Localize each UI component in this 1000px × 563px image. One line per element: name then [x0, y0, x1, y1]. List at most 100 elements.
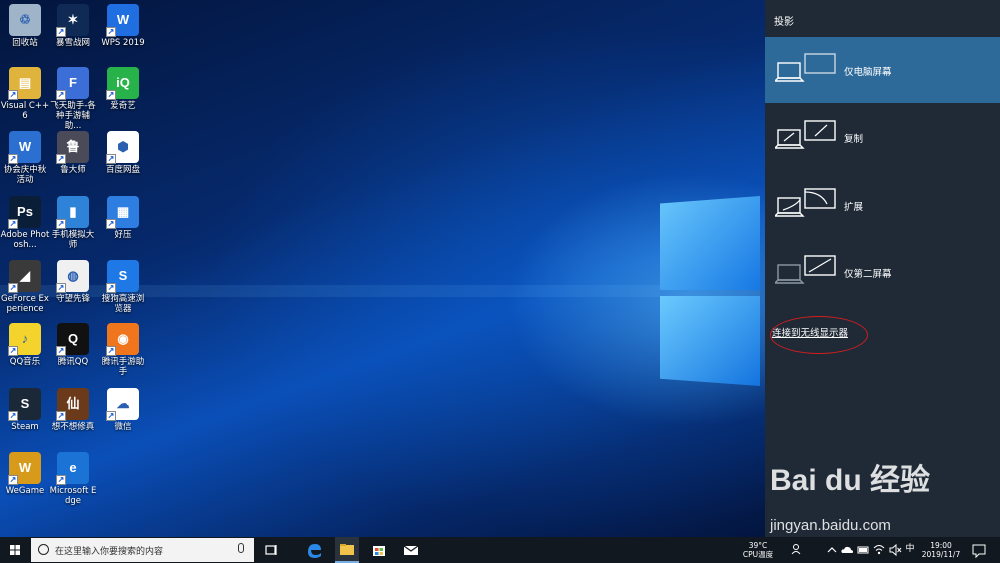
cloud-icon — [841, 546, 853, 553]
cpu-temp-label: CPU温度 — [742, 550, 774, 559]
taskbar-file-explorer[interactable] — [335, 537, 359, 563]
desktop-icon[interactable]: e ↗ Microsoft Edge — [48, 452, 98, 506]
desktop-icon[interactable]: S ↗ 搜狗高速浏览器 — [98, 260, 148, 314]
clock[interactable]: 19:00 2019/11/7 — [917, 541, 965, 559]
task-view-icon — [265, 545, 277, 555]
app-icon: Ps ↗ — [8, 196, 41, 229]
windows-logo-pane-bottom — [660, 296, 760, 386]
shortcut-arrow-icon: ↗ — [8, 219, 18, 229]
app-icon: Q ↗ — [56, 323, 89, 356]
taskbar-search-box[interactable]: 在这里输入你要搜索的内容 — [31, 538, 254, 562]
taskbar-store[interactable] — [368, 537, 390, 563]
desktop-icon[interactable]: Q ↗ 腾讯QQ — [48, 323, 98, 367]
input-method-indicator[interactable]: 中 — [903, 545, 917, 554]
app-icon: 鲁 ↗ — [56, 131, 89, 164]
pc-screen-only-icon — [775, 53, 836, 82]
app-icon: ▦ ↗ — [106, 196, 139, 229]
taskbar-edge[interactable] — [303, 537, 325, 563]
microphone-icon[interactable] — [238, 543, 244, 553]
task-view-button[interactable] — [262, 537, 280, 563]
desktop-icon-label: 回收站 — [12, 38, 38, 48]
clock-time: 19:00 — [930, 541, 952, 550]
desktop-icon[interactable]: ◢ ↗ GeForce Experience — [0, 260, 50, 314]
start-button[interactable] — [0, 537, 30, 563]
shortcut-arrow-icon: ↗ — [106, 27, 116, 37]
desktop-icon[interactable]: 鲁 ↗ 鲁大师 — [48, 131, 98, 175]
app-icon: ▤ ↗ — [8, 67, 41, 100]
windows-start-icon — [10, 545, 20, 555]
taskbar-mail[interactable] — [400, 537, 422, 563]
desktop-icon[interactable]: ◍ ↗ 守望先锋 — [48, 260, 98, 304]
onedrive-tray[interactable] — [840, 537, 854, 563]
desktop-icon[interactable]: W ↗ 协会庆中秋活动 — [0, 131, 50, 185]
desktop-icon[interactable]: Ps ↗ Adobe Photosh... — [0, 196, 50, 250]
desktop-icon-label: 爱奇艺 — [110, 101, 136, 111]
option-duplicate[interactable]: 复制 — [765, 104, 1000, 170]
shortcut-arrow-icon: ↗ — [106, 411, 116, 421]
desktop-icon[interactable]: S ↗ Steam — [0, 388, 50, 432]
desktop-icon-label: 腾讯QQ — [57, 357, 89, 367]
desktop-icon-label: 好压 — [114, 230, 132, 240]
desktop-icon[interactable]: ▦ ↗ 好压 — [98, 196, 148, 240]
option-second-screen-only[interactable]: 仅第二屏幕 — [765, 239, 1000, 305]
desktop-icon-label: Microsoft Edge — [49, 486, 97, 506]
shortcut-arrow-icon: ↗ — [56, 219, 66, 229]
desktop-icon[interactable]: ☁ ↗ 微信 — [98, 388, 148, 432]
app-icon: ♪ ↗ — [8, 323, 41, 356]
option-label: 仅第二屏幕 — [844, 269, 892, 280]
people-button[interactable] — [790, 537, 804, 563]
action-center-button[interactable] — [970, 537, 988, 563]
app-icon: e ↗ — [56, 452, 89, 485]
option-extend[interactable]: 扩展 — [765, 172, 1000, 238]
cpu-temp-value: 39°C — [748, 541, 768, 550]
cpu-temperature-widget[interactable]: 39°C CPU温度 — [738, 541, 778, 559]
desktop-icon-label: 手机模拟大师 — [51, 230, 95, 250]
desktop-icon[interactable]: ⬢ ↗ 百度网盘 — [98, 131, 148, 175]
wifi-tray[interactable] — [872, 537, 886, 563]
desktop-icon[interactable]: W ↗ WeGame — [0, 452, 50, 496]
desktop-icon[interactable]: ▤ ↗ Visual C++ 6 — [0, 67, 50, 121]
notification-icon — [972, 544, 986, 559]
app-icon: ☁ ↗ — [106, 388, 139, 421]
option-pc-screen-only[interactable]: 仅电脑屏幕 — [765, 37, 1000, 103]
show-hidden-icons-button[interactable] — [826, 537, 838, 563]
desktop-icon-label: 百度网盘 — [105, 165, 140, 175]
shortcut-arrow-icon: ↗ — [106, 283, 116, 293]
watermark-main: Bai du 经验 — [770, 464, 931, 497]
clock-date: 2019/11/7 — [921, 550, 961, 559]
desktop-icon-label: Visual C++ 6 — [0, 101, 50, 121]
shortcut-arrow-icon: ↗ — [106, 154, 116, 164]
desktop-icon[interactable]: F ↗ 飞天助手-各种手游辅助... — [48, 67, 98, 131]
desktop-icon-label: 鲁大师 — [60, 165, 86, 175]
desktop-icon-label: 暴雪战网 — [55, 38, 90, 48]
shortcut-arrow-icon: ↗ — [8, 346, 18, 356]
desktop-icon[interactable]: ♪ ↗ QQ音乐 — [0, 323, 50, 367]
shortcut-arrow-icon: ↗ — [8, 90, 18, 100]
folder-icon — [340, 544, 354, 555]
desktop-icon-label: Adobe Photosh... — [0, 230, 50, 250]
second-screen-only-icon — [775, 255, 836, 284]
desktop-icon[interactable]: ◉ ↗ 腾讯手游助手 — [98, 323, 148, 377]
option-label: 扩展 — [844, 202, 864, 213]
desktop-icon-label: 飞天助手-各种手游辅助... — [50, 101, 96, 131]
shortcut-arrow-icon: ↗ — [56, 346, 66, 356]
desktop-icon[interactable]: ✶ ↗ 暴雪战网 — [48, 4, 98, 48]
shortcut-arrow-icon: ↗ — [8, 154, 18, 164]
desktop-icon-label: QQ音乐 — [9, 357, 41, 367]
desktop-icon-label: 想不想修真 — [51, 422, 95, 432]
desktop-icon-label: 腾讯手游助手 — [101, 357, 145, 377]
app-icon: ◉ ↗ — [106, 323, 139, 356]
desktop-icon-label: Steam — [11, 422, 39, 432]
desktop-icon[interactable]: 仙 ↗ 想不想修真 — [48, 388, 98, 432]
app-icon: ◢ ↗ — [8, 260, 41, 293]
desktop-icon[interactable]: ♲ 回收站 — [0, 4, 50, 48]
desktop-icon[interactable]: ▮ ↗ 手机模拟大师 — [48, 196, 98, 250]
watermark-url: jingyan.baidu.com — [770, 517, 891, 534]
volume-tray[interactable] — [888, 537, 902, 563]
windows-logo-pane-top — [660, 196, 760, 290]
desktop-icon[interactable]: W ↗ WPS 2019 — [98, 4, 148, 48]
desktop-icon[interactable]: iQ ↗ 爱奇艺 — [98, 67, 148, 111]
people-icon — [791, 544, 801, 555]
app-icon: S ↗ — [8, 388, 41, 421]
battery-tray[interactable] — [856, 537, 870, 563]
